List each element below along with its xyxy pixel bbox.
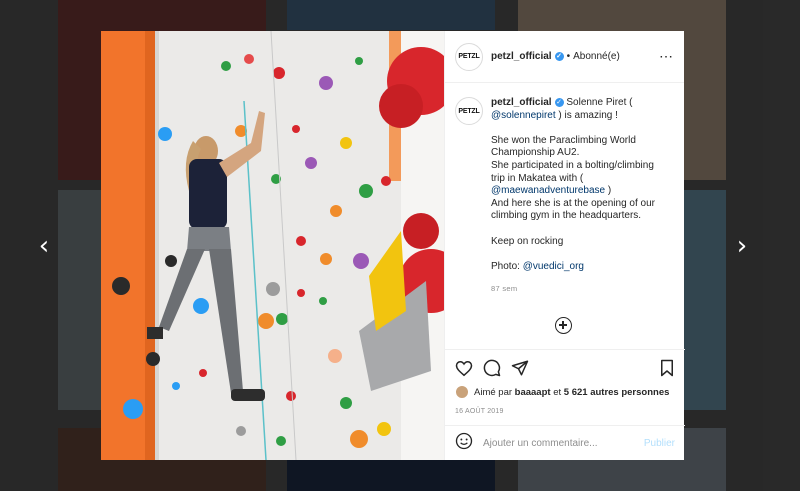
- likes-count-link[interactable]: 5 621 autres personnes: [564, 387, 670, 398]
- caption-text: Solenne Piret (: [566, 97, 633, 108]
- caption-author-avatar[interactable]: PETZL: [455, 97, 483, 125]
- bookmark-icon[interactable]: [659, 359, 675, 377]
- caption-text: Keep on rocking: [491, 235, 564, 247]
- verified-badge-icon: ✓: [554, 97, 564, 107]
- more-options-icon[interactable]: ⋯: [659, 48, 674, 65]
- comment-bar: Ajouter un commentaire... Publier: [445, 425, 685, 460]
- post-details-panel: PETZL petzl_official ✓ • Abonné(e) ⋯ PETZ…: [444, 31, 685, 460]
- mention-link[interactable]: @maewanadventurebase: [491, 185, 605, 196]
- post-photo[interactable]: [101, 31, 444, 460]
- comment-icon[interactable]: [483, 359, 501, 377]
- author-username[interactable]: petzl_official ✓: [491, 51, 564, 62]
- caption-author-username[interactable]: petzl_official: [491, 97, 552, 108]
- comment-input[interactable]: Ajouter un commentaire...: [483, 438, 644, 449]
- caption-text: ): [607, 185, 612, 197]
- verified-badge-icon: ✓: [554, 51, 564, 61]
- likes-summary: Aimé par baaaapt et 5 621 autres personn…: [455, 385, 675, 399]
- share-icon[interactable]: [511, 359, 529, 377]
- caption-text: She won the Paraclimbing World Champions…: [491, 134, 636, 159]
- caption-timestamp[interactable]: 87 sem: [491, 283, 669, 296]
- likes-prefix: Aimé par: [474, 386, 513, 398]
- mention-link[interactable]: @vuedici_org: [523, 261, 584, 272]
- caption-text: Photo:: [491, 260, 520, 272]
- like-heart-icon[interactable]: [455, 360, 473, 377]
- post-actions: Aimé par baaaapt et 5 621 autres personn…: [445, 349, 685, 415]
- author-avatar[interactable]: PETZL: [455, 42, 483, 71]
- load-more-comments-icon[interactable]: [555, 317, 572, 334]
- follow-status-button[interactable]: Abonné(e): [573, 51, 620, 62]
- caption-text: ) is amazing !: [558, 109, 618, 121]
- previous-post-chevron-left-icon[interactable]: ‹: [32, 232, 56, 260]
- post-modal: PETZL petzl_official ✓ • Abonné(e) ⋯ PETZ…: [101, 31, 685, 460]
- caption-text: She participated in a bolting/climbing t…: [491, 159, 654, 184]
- liker-username[interactable]: baaaapt: [515, 387, 551, 398]
- caption-text: And here she is at the opening of our cl…: [491, 197, 656, 222]
- emoji-icon[interactable]: [455, 432, 473, 455]
- post-date[interactable]: 16 AOÛT 2019: [455, 408, 675, 415]
- publish-button[interactable]: Publier: [644, 438, 675, 449]
- likes-conj: et: [553, 386, 562, 398]
- next-post-chevron-right-icon[interactable]: ›: [730, 232, 754, 260]
- separator-dot: •: [566, 51, 571, 62]
- climbing-wall-image: [101, 31, 444, 460]
- liker-avatar[interactable]: [455, 385, 469, 399]
- post-header: PETZL petzl_official ✓ • Abonné(e) ⋯: [445, 31, 684, 83]
- mention-link[interactable]: @solennepiret: [491, 110, 556, 121]
